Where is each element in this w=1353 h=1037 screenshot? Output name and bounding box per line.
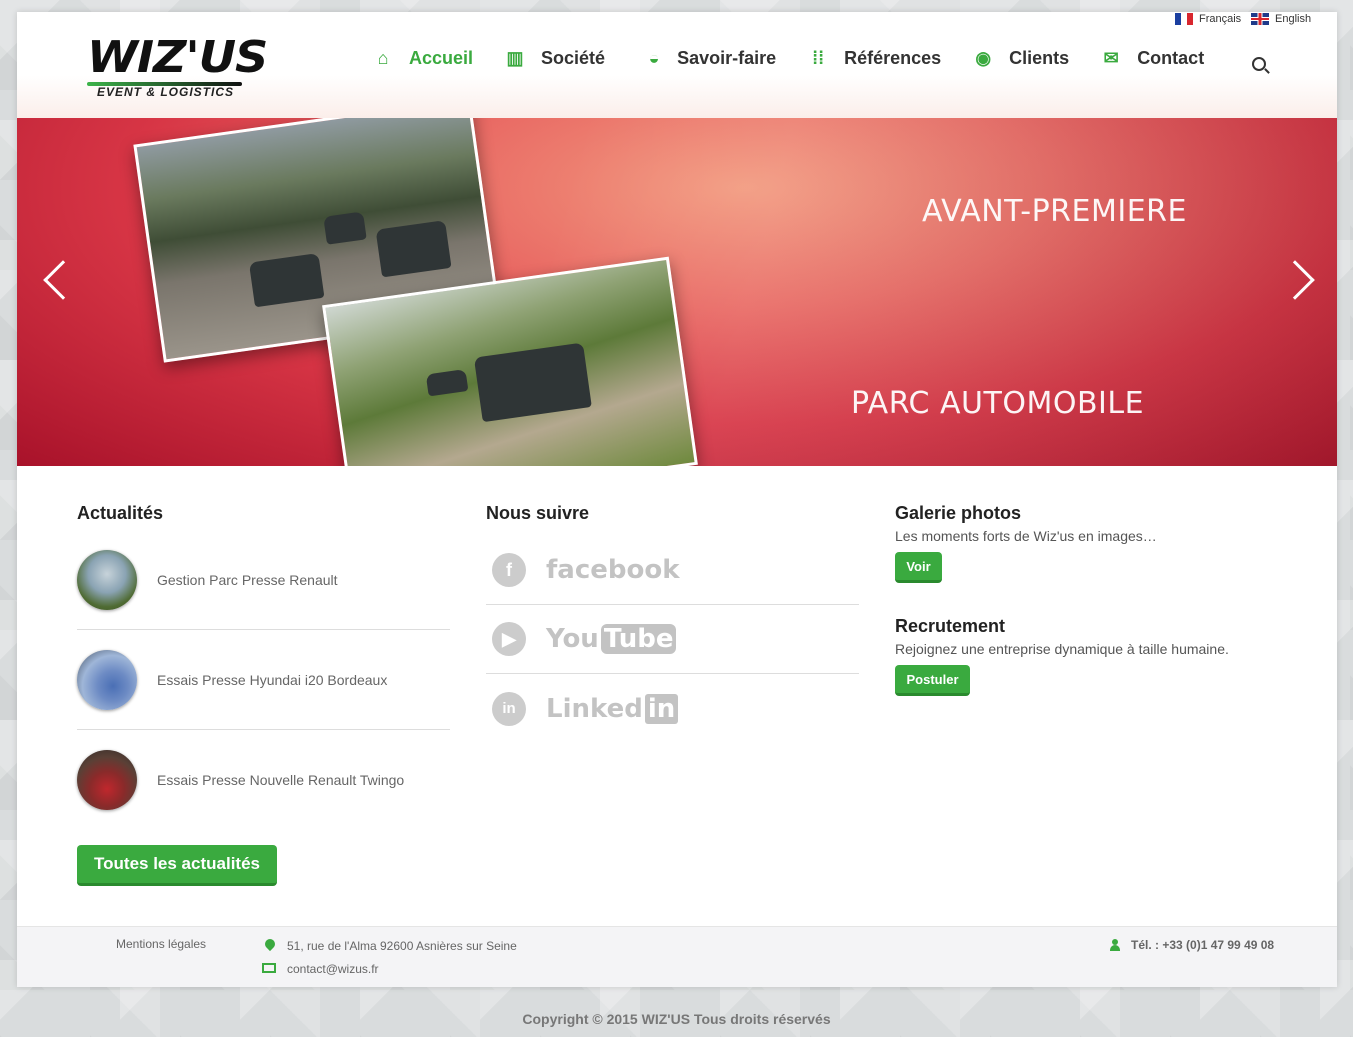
news-item[interactable]: Essais Presse Hyundai i20 Bordeaux — [77, 630, 450, 730]
linkedin-in: in — [644, 693, 679, 724]
nav-societe[interactable]: ▥ Société — [505, 48, 606, 69]
linkedin-linked: Linked — [546, 693, 643, 724]
book-icon: ▥ — [506, 48, 524, 68]
play-icon: ▶ — [492, 622, 526, 656]
news-item[interactable]: Essais Presse Nouvelle Renault Twingo — [77, 730, 450, 830]
apply-button[interactable]: Postuler — [895, 665, 970, 696]
news-item-label: Gestion Parc Presse Renault — [157, 571, 338, 588]
footer-email[interactable]: contact@wizus.fr — [287, 962, 379, 976]
legal-link[interactable]: Mentions légales — [116, 937, 206, 951]
news-thumbnail — [77, 649, 137, 710]
search-icon[interactable] — [1252, 57, 1266, 71]
nav-label: Accueil — [409, 48, 474, 68]
nav-references[interactable]: ⁞⁞ Références — [808, 48, 941, 69]
nav-accueil[interactable]: ⌂ Accueil — [373, 48, 473, 69]
lang-english[interactable]: English — [1251, 13, 1311, 25]
logo[interactable]: WIZ'US EVENT & LOGISTICS — [87, 32, 268, 104]
envelope-icon — [262, 963, 276, 973]
logo-tagline: EVENT & LOGISTICS — [97, 85, 235, 99]
nav-label: Références — [844, 48, 942, 68]
footer-address: 51, rue de l'Alma 92600 Asnières sur Sei… — [287, 939, 517, 953]
lang-french[interactable]: Français — [1175, 13, 1241, 25]
news-item-label: Essais Presse Hyundai i20 Bordeaux — [157, 671, 388, 688]
french-flag-icon — [1175, 13, 1193, 25]
linkedin-link[interactable]: in Linked in — [486, 674, 859, 743]
mail-icon: ✉ — [1103, 48, 1119, 68]
nav-contact[interactable]: ✉ Contact — [1101, 48, 1205, 69]
all-news-button[interactable]: Toutes les actualités — [77, 845, 277, 886]
follow-title: Nous suivre — [486, 503, 590, 523]
nav-savoir-faire[interactable]: ◒ Savoir-faire — [637, 48, 776, 69]
slide-headline: AVANT-PREMIERE — [922, 194, 1187, 229]
car-shape — [375, 220, 452, 278]
car-shape — [323, 211, 367, 245]
nav-label: Clients — [1009, 48, 1070, 68]
facebook-link[interactable]: f facebook — [486, 536, 859, 605]
footer: Mentions légales 51, rue de l'Alma 92600… — [17, 926, 1337, 987]
main-nav: ⌂ Accueil ▥ Société ◒ Savoir-faire ⁞⁞ Ré… — [373, 48, 1236, 69]
gallery-view-button[interactable]: Voir — [895, 552, 942, 583]
car-icon: ◒ — [648, 48, 660, 68]
page: WIZ'US EVENT & LOGISTICS Français Englis… — [17, 12, 1337, 987]
facebook-wordmark: facebook — [546, 555, 680, 585]
car-shape — [248, 253, 325, 308]
lang-french-label: Français — [1199, 13, 1242, 25]
linkedin-wordmark: Linked in — [546, 693, 679, 724]
lang-english-label: English — [1275, 13, 1312, 25]
copyright: Copyright © 2015 WIZ'US Tous droits rése… — [522, 1011, 831, 1027]
news-item[interactable]: Gestion Parc Presse Renault — [77, 530, 450, 630]
user-icon: ◉ — [975, 48, 992, 68]
nav-label: Savoir-faire — [677, 48, 777, 68]
news-item-label: Essais Presse Nouvelle Renault Twingo — [157, 772, 405, 788]
gallery-title: Galerie photos — [895, 503, 1022, 523]
car-shape — [425, 369, 469, 397]
youtube-wordmark: You Tube — [546, 624, 677, 654]
logo-wordmark: WIZ'US — [87, 32, 268, 83]
header: WIZ'US EVENT & LOGISTICS Français Englis… — [17, 12, 1337, 118]
jobs-description: Rejoignez une entreprise dynamique à tai… — [895, 641, 1229, 657]
youtube-link[interactable]: ▶ You Tube — [486, 605, 859, 674]
nav-label: Contact — [1137, 48, 1205, 68]
slide-subheadline: PARC AUTOMOBILE — [851, 386, 1145, 421]
hero-slider: AVANT-PREMIERE PARC AUTOMOBILE — [17, 118, 1337, 466]
linkedin-icon: in — [492, 691, 526, 726]
phone-user-icon — [1110, 939, 1120, 951]
news-thumbnail — [77, 750, 137, 810]
home-icon: ⌂ — [377, 48, 389, 68]
youtube-you: You — [546, 624, 599, 654]
jobs-title: Recrutement — [895, 616, 1006, 636]
footer-phone: Tél. : +33 (0)1 47 99 49 08 — [1131, 938, 1275, 952]
car-shape — [473, 342, 592, 423]
uk-flag-icon — [1251, 13, 1269, 25]
map-pin-icon — [262, 936, 278, 952]
nav-clients[interactable]: ◉ Clients — [973, 48, 1069, 69]
grid-icon: ⁞⁞ — [812, 48, 825, 68]
facebook-icon: f — [492, 553, 526, 587]
news-title: Actualités — [77, 503, 164, 523]
gallery-description: Les moments forts de Wiz'us en images… — [895, 528, 1157, 544]
nav-label: Société — [541, 48, 606, 68]
youtube-tube: Tube — [600, 624, 677, 654]
news-thumbnail — [77, 549, 137, 610]
